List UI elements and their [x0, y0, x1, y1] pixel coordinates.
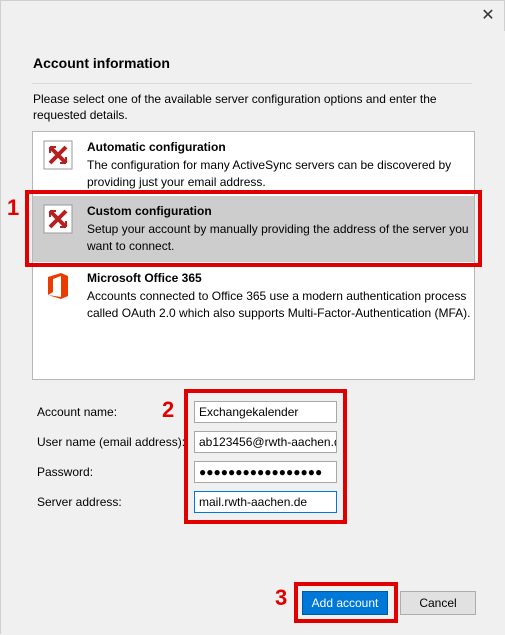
annotation-marker-2: 2: [162, 397, 175, 422]
close-icon: ✕: [481, 7, 495, 24]
highlight-box-3: [294, 582, 398, 623]
highlight-box-1: [25, 190, 482, 267]
password-label: Password:: [37, 465, 94, 479]
office-icon: [43, 271, 73, 301]
annotation-marker-1: 1: [7, 195, 20, 220]
option-description: Accounts connected to Office 365 use a m…: [87, 289, 471, 320]
option-title: Microsoft Office 365: [87, 271, 202, 285]
option-description: The configuration for many ActiveSync se…: [87, 158, 452, 189]
highlight-box-2: [184, 389, 347, 524]
divider: [32, 83, 472, 84]
account-name-label: Account name:: [37, 405, 118, 419]
annotation-marker-3: 3: [275, 585, 288, 610]
user-name-label: User name (email address):: [37, 435, 186, 449]
server-address-label: Server address:: [37, 495, 122, 509]
option-automatic-configuration[interactable]: Automatic configuration The configuratio…: [33, 132, 474, 195]
section-title: Account information: [33, 55, 170, 71]
dialog-content: Account information Please select one of…: [1, 31, 505, 635]
exchange-icon: [43, 140, 73, 170]
option-title: Automatic configuration: [87, 140, 226, 154]
dialog-window: ✕ Account information Please select one …: [0, 0, 505, 635]
close-button[interactable]: ✕: [476, 5, 500, 27]
intro-text: Please select one of the available serve…: [33, 92, 437, 122]
option-microsoft-office-365[interactable]: Microsoft Office 365 Accounts connected …: [33, 263, 474, 363]
cancel-button[interactable]: Cancel: [400, 591, 476, 615]
title-bar: ✕: [1, 1, 505, 31]
